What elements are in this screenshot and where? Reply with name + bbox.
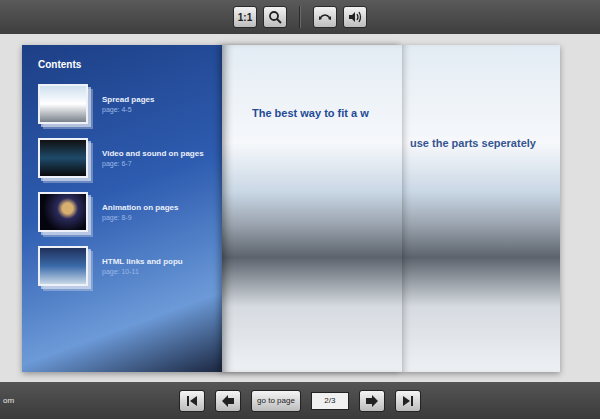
arrow-left-icon xyxy=(221,394,235,408)
contents-thumbnail xyxy=(38,84,88,124)
previous-page-button[interactable] xyxy=(215,390,241,412)
next-page-button[interactable] xyxy=(359,390,385,412)
contents-item-text: Animation on pages page: 8-9 xyxy=(102,203,178,221)
bottom-toolbar: om go to page xyxy=(0,382,600,419)
turning-page[interactable]: The best way to fit a w xyxy=(222,45,402,372)
contents-item-title: Video and sound on pages xyxy=(102,149,204,158)
sound-button[interactable] xyxy=(343,6,367,28)
magnifier-icon xyxy=(268,10,282,24)
speaker-icon xyxy=(348,10,362,24)
flipbook-viewer: 1:1 Contents Spread pages page: 4-5 Video an… xyxy=(0,0,600,419)
contents-thumbnail xyxy=(38,246,88,286)
flip-button[interactable] xyxy=(313,6,337,28)
last-page-button[interactable] xyxy=(395,390,421,412)
go-to-page-button[interactable]: go to page xyxy=(251,390,301,412)
first-page-button[interactable] xyxy=(179,390,205,412)
page-caption: The best way to fit a w xyxy=(252,107,396,119)
arrow-right-icon xyxy=(365,394,379,408)
top-toolbar: 1:1 xyxy=(0,0,600,34)
contents-item[interactable]: Spread pages page: 4-5 xyxy=(38,84,222,124)
contents-item-text: Spread pages page: 4-5 xyxy=(102,95,154,113)
spread-page: use the parts seperately xyxy=(402,45,560,372)
actual-size-button[interactable]: 1:1 xyxy=(233,6,257,28)
page-navigation: go to page xyxy=(179,390,421,412)
contents-item-text: Video and sound on pages page: 6-7 xyxy=(102,149,204,167)
page-caption: use the parts seperately xyxy=(410,137,554,149)
contents-item[interactable]: Animation on pages page: 8-9 xyxy=(38,192,222,232)
book: Contents Spread pages page: 4-5 Video and s… xyxy=(22,45,560,372)
last-page-icon xyxy=(401,394,415,408)
contents-item[interactable]: HTML links and popu page: 10-11 xyxy=(38,246,222,286)
contents-item-title: Animation on pages xyxy=(102,203,178,212)
contents-item-page: page: 8-9 xyxy=(102,214,178,221)
contents-title: Contents xyxy=(38,59,222,70)
page-field[interactable] xyxy=(311,392,349,410)
contents-item-page: page: 10-11 xyxy=(102,268,183,275)
contents-item-title: Spread pages xyxy=(102,95,154,104)
contents-thumbnail xyxy=(38,138,88,178)
contents-item-page: page: 6-7 xyxy=(102,160,204,167)
zoom-button[interactable] xyxy=(263,6,287,28)
first-page-icon xyxy=(185,394,199,408)
contents-item-title: HTML links and popu xyxy=(102,257,183,266)
contents-item-text: HTML links and popu page: 10-11 xyxy=(102,257,183,275)
book-area: Contents Spread pages page: 4-5 Video and s… xyxy=(0,34,600,382)
toolbar-separator xyxy=(299,6,301,28)
contents-item-page: page: 4-5 xyxy=(102,106,154,113)
contents-page: Contents Spread pages page: 4-5 Video and s… xyxy=(22,45,222,372)
flip-icon xyxy=(318,10,332,24)
contents-item[interactable]: Video and sound on pages page: 6-7 xyxy=(38,138,222,178)
contents-thumbnail xyxy=(38,192,88,232)
site-label: om xyxy=(0,396,179,405)
